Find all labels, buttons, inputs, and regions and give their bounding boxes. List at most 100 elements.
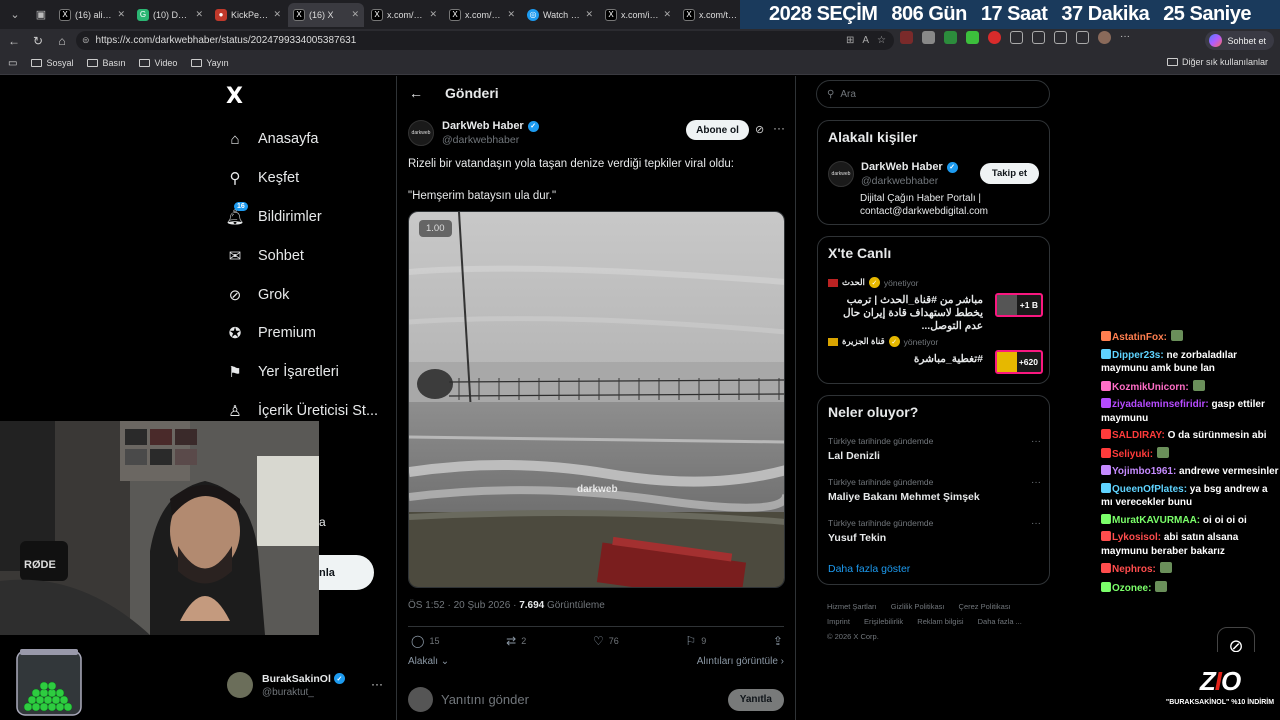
trend-more-icon[interactable]: ···	[1031, 518, 1041, 529]
nav-item-notifications[interactable]: 🔔︎ 16 Bildirimler	[225, 198, 378, 237]
reply-button[interactable]: Yanıtla	[727, 688, 784, 711]
author-avatar[interactable]: darkweb	[408, 120, 434, 146]
x-logo-icon[interactable]: X	[226, 84, 243, 109]
extension-icon[interactable]	[944, 31, 957, 44]
related-person[interactable]: darkweb DarkWeb Haber ✓ @darkwebhaber	[828, 161, 958, 187]
post-video[interactable]: 1.00 darkweb	[408, 211, 785, 588]
browser-tab[interactable]: Xx.com/yag ✕	[366, 3, 442, 27]
bookmark-folder-sosyal[interactable]: Sosyal	[31, 58, 73, 68]
nav-item-bookmarks[interactable]: ⚑ Yer İşaretleri	[226, 353, 378, 392]
reply-input[interactable]: Yanıtını gönder	[441, 692, 720, 707]
nav-item-grok[interactable]: ⊘ Grok	[226, 275, 378, 314]
extension-icon[interactable]	[966, 31, 979, 44]
close-tab-icon[interactable]: ✕	[351, 9, 359, 20]
back-arrow-icon[interactable]: ←	[409, 85, 423, 101]
app-icon[interactable]: ⊞	[846, 35, 854, 46]
related-name[interactable]: DarkWeb Haber	[861, 161, 943, 173]
reply-action[interactable]: ◯ 15	[411, 634, 439, 648]
other-bookmarks[interactable]: Diğer sık kullanılanlar	[1166, 57, 1268, 67]
trend-item[interactable]: Türkiye tarihinde gündemde Maliye Bakanı…	[828, 477, 1043, 503]
related-dropdown[interactable]: Alakalı ⌄	[408, 656, 449, 667]
subscribe-button[interactable]: Abone ol	[686, 120, 749, 140]
extension-icon[interactable]	[922, 31, 935, 44]
trend-more-icon[interactable]: ···	[1031, 477, 1041, 488]
search-input[interactable]: ⚲ Ara	[816, 80, 1050, 108]
post-timestamp[interactable]: ÖS 1:52 · 20 Şub 2026 ·	[408, 600, 519, 611]
tab-list-button[interactable]: ⌄	[4, 4, 26, 26]
chat-username[interactable]: Ozonee:	[1112, 583, 1151, 594]
extensions-puzzle-icon[interactable]	[1010, 31, 1023, 44]
chat-username[interactable]: Lykosisol:	[1112, 532, 1161, 543]
footer-link[interactable]: Gizlilik Politikası	[891, 602, 945, 611]
favorites-icon[interactable]	[1054, 31, 1067, 44]
profile-avatar[interactable]	[1098, 31, 1111, 44]
view-quotes-link[interactable]: Alıntıları görüntüle ›	[697, 656, 784, 667]
chat-username[interactable]: ziyadaleminsefiridir:	[1112, 399, 1209, 410]
browser-tab[interactable]: Xx.com/Stre✕	[444, 3, 520, 27]
site-info-icon[interactable]: ⊜	[82, 35, 90, 46]
bookmarks-toggle-icon[interactable]: ▭	[8, 58, 17, 69]
browser-menu-icon[interactable]: ···	[1120, 31, 1130, 44]
chat-username[interactable]: Nephros:	[1112, 564, 1156, 575]
live-thumbnail[interactable]: +1 B	[995, 293, 1043, 317]
split-screen-icon[interactable]	[1032, 31, 1045, 44]
close-tab-icon[interactable]: ✕	[273, 9, 281, 20]
browser-tab[interactable]: X (16) X ✕	[288, 2, 364, 27]
browser-tab[interactable]: ◎ Watch Bur ✕	[522, 3, 598, 27]
grok-explain-icon[interactable]: ⊘	[755, 123, 764, 136]
chat-username[interactable]: Seliyuki:	[1112, 449, 1153, 460]
collections-icon[interactable]	[1076, 31, 1089, 44]
browser-tab[interactable]: Xx.com/i/sta✕	[600, 3, 676, 27]
favorite-star-icon[interactable]: ☆	[877, 35, 886, 46]
chat-username[interactable]: QueenOfPlates:	[1112, 484, 1187, 495]
extension-icon[interactable]	[988, 31, 1001, 44]
follow-button[interactable]: Takip et	[980, 163, 1039, 184]
close-tab-icon[interactable]: ✕	[117, 9, 125, 20]
account-more-icon[interactable]: ···	[371, 677, 383, 691]
close-tab-icon[interactable]: ✕	[429, 9, 437, 20]
chat-username[interactable]: SALDIRAY:	[1112, 430, 1165, 441]
browser-tab[interactable]: G (10) Dashb ✕	[132, 3, 208, 27]
trend-item[interactable]: Türkiye tarihinde gündemde Lal Denizli ·…	[828, 436, 1043, 462]
bookmark-action[interactable]: ⚐ 9	[685, 634, 706, 648]
workspaces-icon[interactable]: ▣	[30, 4, 52, 26]
live-thumbnail[interactable]: +620	[995, 350, 1043, 374]
trend-more-icon[interactable]: ···	[1031, 436, 1041, 447]
home-browser-icon[interactable]: ⌂	[50, 31, 74, 51]
bookmark-folder-video[interactable]: Video	[139, 58, 177, 68]
footer-link[interactable]: Erişilebilirlik	[864, 617, 903, 626]
footer-link[interactable]: Imprint	[827, 617, 850, 626]
more-options-icon[interactable]: ···	[773, 121, 785, 135]
like-action[interactable]: ♡ 76	[593, 634, 619, 648]
nav-item-premium[interactable]: ✪ Premium	[226, 314, 378, 353]
footer-link[interactable]: Reklam bilgisi	[917, 617, 963, 626]
playback-speed-badge[interactable]: 1.00	[419, 220, 452, 237]
close-tab-icon[interactable]: ✕	[585, 9, 593, 20]
nav-item-explore[interactable]: ⚲ Keşfet	[226, 159, 378, 198]
back-icon[interactable]: ←	[2, 31, 26, 51]
close-tab-icon[interactable]: ✕	[663, 9, 671, 20]
nav-item-home[interactable]: ⌂ Anasayfa	[226, 120, 378, 159]
trend-item[interactable]: Türkiye tarihinde gündemde Yusuf Tekin ·…	[828, 518, 1043, 544]
chat-username[interactable]: Yojimbo1961:	[1112, 466, 1176, 477]
browser-tab[interactable]: X (16) alican ✕	[54, 3, 130, 27]
nav-item-chat[interactable]: ✉ Sohbet	[226, 236, 378, 275]
browser-tab[interactable]: ● KickPeek - ✕	[210, 3, 286, 27]
author-name[interactable]: DarkWeb Haber	[442, 120, 524, 132]
copilot-chat-button[interactable]: Sohbet et	[1205, 31, 1274, 50]
chat-username[interactable]: AstatinFox:	[1112, 332, 1167, 343]
post-author[interactable]: darkweb DarkWeb Haber ✓ @darkwebhaber	[408, 120, 539, 146]
bio-email[interactable]: contact@darkwebdigital.com	[860, 205, 1040, 218]
footer-link[interactable]: Daha fazla ...	[978, 617, 1022, 626]
repost-action[interactable]: ⇄ 2	[506, 634, 526, 648]
chat-username[interactable]: Dipper23s:	[1112, 350, 1164, 361]
account-switcher[interactable]: BurakSakinOl ✓ @buraktut_	[227, 672, 345, 698]
live-item[interactable]: قناة الجزيرة ✓ yönetiyor #تغطية_مباشرة +62…	[828, 336, 1043, 374]
url-field[interactable]: ⊜ https://x.com/darkwebhaber/status/2024…	[76, 31, 894, 50]
read-aloud-icon[interactable]: A	[862, 35, 869, 46]
chat-username[interactable]: KozmikUnicorn:	[1112, 382, 1189, 393]
footer-link[interactable]: Çerez Politikası	[959, 602, 1011, 611]
close-tab-icon[interactable]: ✕	[195, 9, 203, 20]
bookmark-folder-basin[interactable]: Basın	[87, 58, 125, 68]
close-tab-icon[interactable]: ✕	[507, 9, 515, 20]
